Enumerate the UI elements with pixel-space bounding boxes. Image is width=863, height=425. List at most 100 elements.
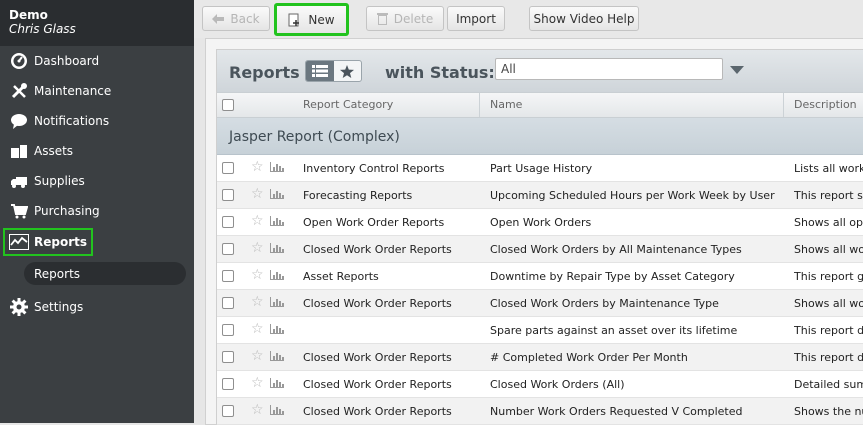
sidebar-item-label: Settings <box>34 300 84 314</box>
column-header-description[interactable]: Description <box>794 98 857 111</box>
cart-icon <box>9 201 29 221</box>
list-view-icon[interactable] <box>306 61 334 81</box>
table-row[interactable]: ☆ Spare parts against an asset over its l… <box>217 317 863 344</box>
row-checkbox[interactable] <box>222 189 234 201</box>
star-icon[interactable]: ☆ <box>251 321 264 337</box>
row-checkbox[interactable] <box>222 270 234 282</box>
toolbar: Back New Delete Import Show Video Help <box>194 0 863 38</box>
table-row[interactable]: ☆ Closed Work Order Reports Closed Work Or… <box>217 236 863 263</box>
row-checkbox[interactable] <box>222 162 234 174</box>
row-checkbox[interactable] <box>222 297 234 309</box>
line-chart-icon <box>9 232 29 252</box>
boxes-icon <box>9 141 29 161</box>
row-name[interactable]: # Completed Work Order Per Month <box>490 351 780 364</box>
table-row[interactable]: ☆ Open Work Order Reports Open Work Orders… <box>217 209 863 236</box>
bar-chart-icon[interactable] <box>270 189 284 202</box>
status-filter-label: with Status: <box>385 63 495 82</box>
table-row[interactable]: ☆ Closed Work Order Reports Closed Work Or… <box>217 290 863 317</box>
bar-chart-icon[interactable] <box>270 297 284 310</box>
gear-icon <box>9 297 29 317</box>
user-name: Chris Glass <box>9 22 76 36</box>
sidebar-subitem-reports[interactable]: Reports <box>24 262 186 285</box>
row-name[interactable]: Closed Work Orders (All) <box>490 378 780 391</box>
bar-chart-icon[interactable] <box>270 270 284 283</box>
star-icon[interactable]: ☆ <box>251 267 264 283</box>
row-name[interactable]: Open Work Orders <box>490 216 780 229</box>
row-category: Closed Work Order Reports <box>303 297 452 310</box>
star-icon[interactable]: ☆ <box>251 240 264 256</box>
star-icon[interactable]: ☆ <box>251 375 264 391</box>
truck-icon <box>9 171 29 191</box>
import-button[interactable]: Import <box>447 6 505 31</box>
status-filter-input[interactable]: All <box>495 58 723 80</box>
delete-button[interactable]: Delete <box>366 6 444 31</box>
table-row[interactable]: ☆ Closed Work Order Reports Number Work Or… <box>217 398 863 425</box>
row-category: Inventory Control Reports <box>303 162 445 175</box>
sidebar-item-maintenance[interactable]: Maintenance <box>0 79 111 103</box>
favorites-star-icon[interactable] <box>334 61 362 81</box>
star-icon[interactable]: ☆ <box>251 213 264 229</box>
sidebar-item-label: Assets <box>34 144 74 158</box>
sidebar-item-dashboard[interactable]: Dashboard <box>0 49 99 73</box>
bar-chart-icon[interactable] <box>270 162 284 175</box>
row-checkbox[interactable] <box>222 324 234 336</box>
row-description: This report giv <box>794 270 863 283</box>
row-checkbox[interactable] <box>222 405 234 417</box>
bar-chart-icon[interactable] <box>270 405 284 418</box>
sidebar-item-notifications[interactable]: Notifications <box>0 109 109 133</box>
star-icon[interactable]: ☆ <box>251 348 264 364</box>
table-row[interactable]: ☆ Inventory Control Reports Part Usage His… <box>217 155 863 182</box>
sidebar-item-label: Supplies <box>34 174 85 188</box>
row-checkbox[interactable] <box>222 351 234 363</box>
row-name[interactable]: Closed Work Orders by Maintenance Type <box>490 297 780 310</box>
row-name[interactable]: Downtime by Repair Type by Asset Categor… <box>490 270 780 283</box>
table-row[interactable]: ☆ Forecasting Reports Upcoming Scheduled H… <box>217 182 863 209</box>
star-icon[interactable]: ☆ <box>251 402 264 418</box>
back-button[interactable]: Back <box>202 6 270 31</box>
row-checkbox[interactable] <box>222 243 234 255</box>
new-document-icon <box>288 13 302 27</box>
sidebar-item-assets[interactable]: Assets <box>0 139 73 163</box>
row-name[interactable]: Number Work Orders Requested V Completed <box>490 405 780 418</box>
table-row[interactable]: ☆ Closed Work Order Reports Closed Work Or… <box>217 371 863 398</box>
column-header-report-category[interactable]: Report Category <box>303 98 393 111</box>
row-checkbox[interactable] <box>222 216 234 228</box>
row-name[interactable]: Spare parts against an asset over its li… <box>490 324 780 337</box>
delete-label: Delete <box>393 11 434 26</box>
select-all-checkbox[interactable] <box>222 99 234 111</box>
table-header: Report Category Name Description <box>217 92 863 118</box>
bar-chart-icon[interactable] <box>270 243 284 256</box>
row-description: Shows the nur <box>794 405 863 418</box>
bar-chart-icon[interactable] <box>270 378 284 391</box>
sidebar-item-supplies[interactable]: Supplies <box>0 169 85 193</box>
row-description: This report sho <box>794 189 863 202</box>
star-icon[interactable]: ☆ <box>251 294 264 310</box>
new-button[interactable]: New <box>274 3 349 36</box>
sidebar-item-label: Dashboard <box>34 54 100 68</box>
star-icon[interactable]: ☆ <box>251 159 264 175</box>
row-category: Closed Work Order Reports <box>303 243 452 256</box>
bar-chart-icon[interactable] <box>270 324 284 337</box>
sidebar-item-purchasing[interactable]: Purchasing <box>0 199 100 223</box>
reports-grid: Reports with Status: All Report Category… <box>216 49 863 425</box>
sidebar: Demo Chris Glass Dashboard Maintenance N… <box>0 0 194 423</box>
star-icon[interactable]: ☆ <box>251 186 264 202</box>
sidebar-item-settings[interactable]: Settings <box>0 295 83 319</box>
table-body: ☆ Inventory Control Reports Part Usage His… <box>217 155 863 425</box>
sidebar-item-label: Maintenance <box>34 84 112 98</box>
sidebar-item-reports[interactable]: Reports <box>3 228 94 256</box>
column-header-name[interactable]: Name <box>490 98 522 111</box>
bar-chart-icon[interactable] <box>270 216 284 229</box>
group-header[interactable]: Jasper Report (Complex) <box>217 118 863 155</box>
row-description: Shows all oper <box>794 216 863 229</box>
row-name[interactable]: Closed Work Orders by All Maintenance Ty… <box>490 243 780 256</box>
table-row[interactable]: ☆ Asset Reports Downtime by Repair Type by… <box>217 263 863 290</box>
row-name[interactable]: Part Usage History <box>490 162 780 175</box>
page-title: Reports <box>229 63 300 82</box>
row-checkbox[interactable] <box>222 378 234 390</box>
show-video-help-button[interactable]: Show Video Help <box>529 6 639 31</box>
chevron-down-icon[interactable] <box>730 66 744 74</box>
table-row[interactable]: ☆ Closed Work Order Reports # Completed Wo… <box>217 344 863 371</box>
row-name[interactable]: Upcoming Scheduled Hours per Work Week b… <box>490 189 780 202</box>
bar-chart-icon[interactable] <box>270 351 284 364</box>
